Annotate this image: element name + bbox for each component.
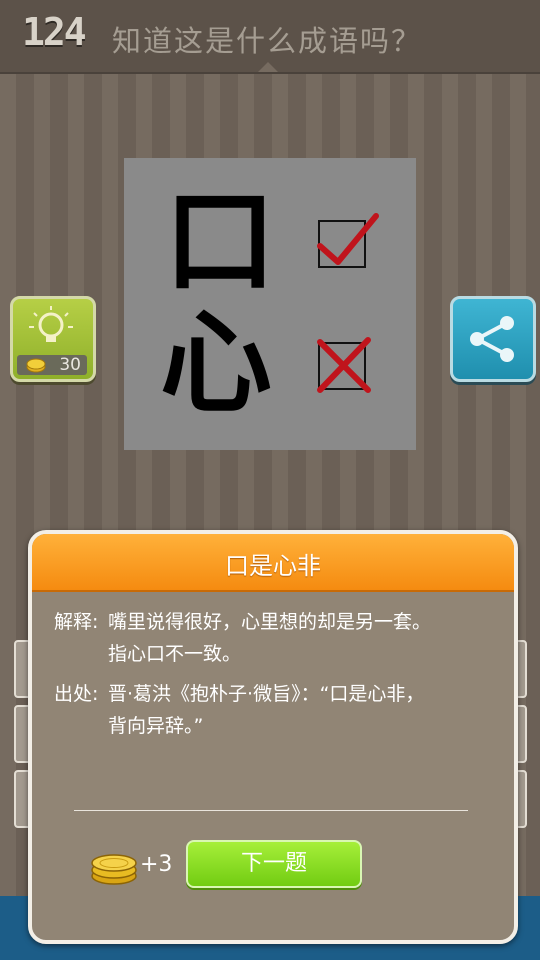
hint-cost: 30: [59, 355, 81, 375]
cross-icon: [317, 337, 371, 393]
source-label: 出处:: [54, 683, 99, 705]
question-text: 知道这是什么成语吗？: [112, 24, 423, 58]
lightbulb-icon: [29, 306, 73, 342]
source-row-2: 背向异辞。”: [54, 710, 203, 742]
source-text-2: 背向异辞。”: [108, 715, 204, 737]
share-icon: [470, 316, 514, 362]
modal-header: 口是心非: [32, 534, 514, 592]
hint-cost-bar: 30: [17, 355, 87, 375]
reward-amount: +3: [140, 852, 173, 877]
source-row: 出处: 晋·葛洪《抱朴子·微旨》：“口是心非，: [54, 678, 424, 710]
hint-button[interactable]: 30: [10, 296, 96, 382]
coin-icon: [26, 358, 46, 373]
share-button[interactable]: [450, 296, 536, 382]
check-icon: [317, 213, 379, 265]
header-notch: [258, 62, 278, 72]
explanation-label: 解释:: [54, 611, 99, 633]
next-question-button[interactable]: 下一题: [186, 840, 362, 888]
puzzle-image: 口 心: [124, 158, 416, 450]
explanation-row: 解释: 嘴里说得很好，心里想的却是另一套。: [54, 606, 431, 638]
idiom-title: 口是心非: [225, 552, 321, 580]
explanation-text-2: 指心口不一致。: [108, 643, 242, 665]
level-number: 124: [22, 10, 87, 54]
puzzle-char-top: 口: [164, 176, 276, 307]
answer-modal: 口是心非 解释: 嘴里说得很好，心里想的却是另一套。 指心口不一致。 出处: 晋·葛…: [28, 530, 518, 944]
puzzle-char-bottom: 心: [160, 298, 272, 429]
coins-icon: [91, 854, 137, 885]
explanation-text-1: 嘴里说得很好，心里想的却是另一套。: [108, 611, 432, 633]
modal-divider: [74, 810, 468, 811]
source-text-1: 晋·葛洪《抱朴子·微旨》：“口是心非，: [108, 683, 425, 705]
explanation-row-2: 指心口不一致。: [54, 638, 241, 670]
